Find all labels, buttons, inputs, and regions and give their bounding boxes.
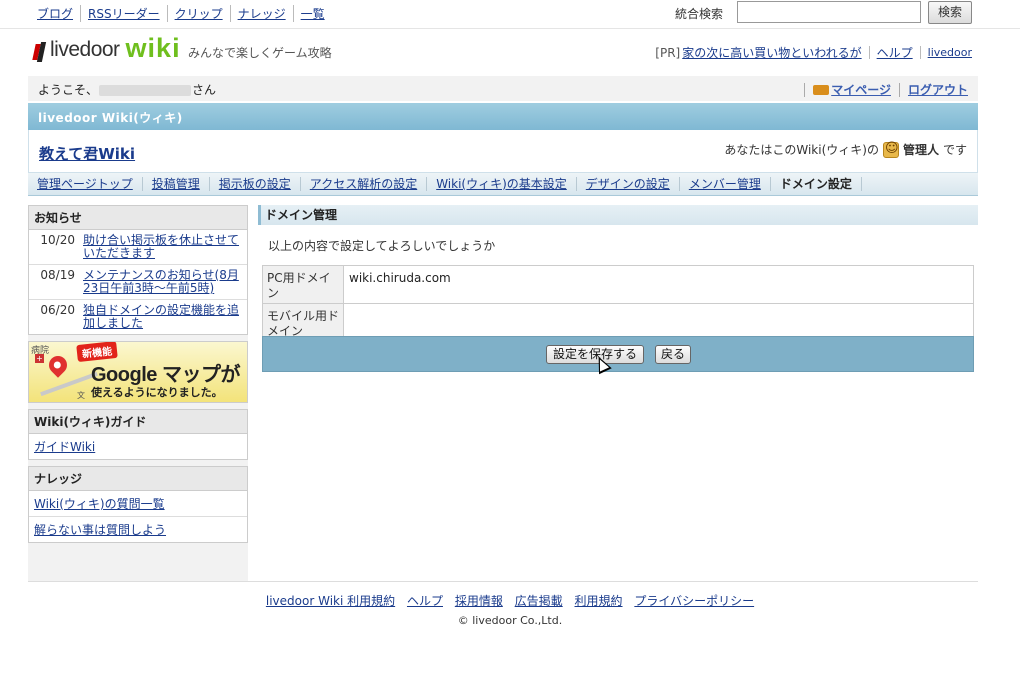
confirm-message: 以上の内容で設定してよろしいでしょうか [268, 239, 496, 253]
news-box: お知らせ 10/20 助け合い掲示板を休止させていただきます 08/19 メンテ… [28, 205, 248, 335]
pr-ad-link[interactable]: 家の次に高い買い物といわれるが [682, 44, 861, 61]
search-input[interactable] [737, 1, 921, 23]
table-row: PC用ドメイン wiki.chiruda.com [262, 265, 974, 304]
tagline: みんなで楽しくゲーム攻略 [188, 46, 332, 60]
pc-domain-label: PC用ドメイン [262, 265, 344, 304]
guide-heading: Wiki(ウィキ)ガイド [29, 410, 247, 434]
logo-livedoor-text: livedoor [50, 38, 120, 61]
map-pin-icon [45, 352, 71, 378]
nav-admin-top[interactable]: 管理ページトップ [28, 177, 143, 191]
site-name-link[interactable]: 教えて君Wiki [39, 143, 135, 164]
key-icon [813, 84, 830, 95]
link-knowledge[interactable]: ナレッジ [229, 5, 293, 22]
titlebar-text: livedoor Wiki(ウィキ) [38, 111, 183, 125]
welcome-text: ようこそ、 さん [38, 81, 216, 98]
link-blog[interactable]: ブログ [37, 5, 80, 22]
footer-wiki-terms-link[interactable]: livedoor Wiki 利用規約 [266, 594, 395, 608]
footer-links: livedoor Wiki 利用規約 ヘルプ 採用情報 広告掲載 利用規約 プラ… [0, 592, 1020, 609]
footer-recruit-link[interactable]: 採用情報 [455, 594, 503, 608]
news-date: 06/20 [40, 303, 75, 317]
brand-header: livedoor wiki みんなで楽しくゲーム攻略 [PR] 家の次に高い買い… [0, 29, 1020, 75]
nav-member-management[interactable]: メンバー管理 [680, 177, 771, 191]
search-button[interactable]: 検索 [928, 1, 972, 24]
nav-analytics-settings[interactable]: アクセス解析の設定 [301, 177, 428, 191]
logout-link[interactable]: ログアウト [908, 81, 968, 98]
nav-design-settings[interactable]: デザインの設定 [577, 177, 680, 191]
global-links: ブログ RSSリーダー クリップ ナレッジ 一覧 [37, 5, 332, 22]
back-button[interactable]: 戻る [655, 345, 691, 364]
masked-username [99, 85, 192, 96]
news-item: 08/19 メンテナンスのお知らせ(8月23日午前3時〜午前5時) [29, 265, 247, 300]
guide-wiki-link[interactable]: ガイドWiki [34, 440, 95, 454]
knowledge-link-item: 解らない事は質問しよう [29, 517, 247, 542]
nav-board-settings[interactable]: 掲示板の設定 [210, 177, 301, 191]
sidebar: お知らせ 10/20 助け合い掲示板を休止させていただきます 08/19 メンテ… [28, 205, 248, 581]
school-map-label: 文 [77, 391, 85, 400]
knowledge-link-item: Wiki(ウィキ)の質問一覧 [29, 491, 247, 517]
account-links: マイページ ログアウト [796, 81, 968, 98]
pc-domain-value: wiki.chiruda.com [343, 265, 974, 304]
news-item: 10/20 助け合い掲示板を休止させていただきます [29, 230, 247, 265]
google-maps-promo-banner[interactable]: 病院 + 新機能 Google マップが 使えるようになりました。 文 [28, 341, 248, 403]
news-item: 06/20 独自ドメインの設定機能を追加しました [29, 300, 247, 334]
divider [919, 46, 921, 59]
news-link[interactable]: 独自ドメインの設定機能を追加しました [83, 304, 243, 330]
news-date: 08/19 [40, 268, 75, 282]
logo-wiki-text: wiki [125, 33, 181, 63]
footer-privacy-link[interactable]: プライバシーポリシー [634, 594, 754, 608]
guide-link-item: ガイドWiki [29, 434, 247, 459]
nav-post-management[interactable]: 投稿管理 [143, 177, 210, 191]
link-rss-reader[interactable]: RSSリーダー [80, 5, 167, 22]
footer-help-link[interactable]: ヘルプ [407, 594, 443, 608]
guide-box: Wiki(ウィキ)ガイド ガイドWiki [28, 409, 248, 460]
wiki-questions-link[interactable]: Wiki(ウィキ)の質問一覧 [34, 497, 165, 511]
link-clip[interactable]: クリップ [166, 5, 230, 22]
footer-ads-link[interactable]: 広告掲載 [515, 594, 563, 608]
admin-role: 管理人 [902, 143, 939, 157]
site-header: 教えて君Wiki あなたはこのWiki(ウィキ)の 管理人 です [28, 130, 978, 172]
help-link[interactable]: ヘルプ [877, 44, 913, 61]
livedoor-logo-icon [32, 42, 47, 62]
map-road-graphic [40, 371, 98, 397]
promo-title: Google マップが [91, 364, 240, 386]
footer-terms-link[interactable]: 利用規約 [575, 594, 623, 608]
pr-label: [PR] [655, 45, 681, 60]
welcome-prefix: ようこそ、 [38, 83, 99, 97]
news-link[interactable]: 助け合い掲示板を休止させていただきます [83, 234, 243, 260]
global-topbar: ブログ RSSリーダー クリップ ナレッジ 一覧 統合検索 検索 [0, 0, 1020, 29]
mypage-link[interactable]: マイページ [831, 81, 891, 98]
livedoor-link[interactable]: livedoor [928, 46, 972, 59]
main-content: ドメイン管理 以上の内容で設定してよろしいでしょうか PC用ドメイン wiki.… [258, 205, 978, 375]
wiki-titlebar: livedoor Wiki(ウィキ) [28, 103, 978, 130]
section-heading: ドメイン管理 [258, 205, 978, 225]
knowledge-box: ナレッジ Wiki(ウィキ)の質問一覧 解らない事は質問しよう [28, 466, 248, 543]
admin-suffix: です [942, 143, 967, 157]
welcome-suffix: さん [192, 83, 217, 97]
admin-nav: 管理ページトップ 投稿管理 掲示板の設定 アクセス解析の設定 Wiki(ウィキ)… [28, 172, 978, 196]
brand-links: [PR] 家の次に高い買い物といわれるが ヘルプ livedoor [655, 44, 972, 61]
nav-domain-settings[interactable]: ドメイン設定 [771, 177, 862, 191]
knowledge-heading: ナレッジ [29, 467, 247, 491]
form-action-bar: 設定を保存する 戻る [262, 336, 974, 375]
welcome-bar: ようこそ、 さん マイページ ログアウト [28, 76, 978, 101]
admin-badge-icon [882, 141, 899, 158]
footer-divider [28, 581, 978, 582]
ask-question-link[interactable]: 解らない事は質問しよう [34, 523, 166, 537]
news-link[interactable]: メンテナンスのお知らせ(8月23日午前3時〜午前5時) [83, 269, 243, 295]
hospital-cross-icon: + [35, 354, 44, 363]
admin-status: あなたはこのWiki(ウィキ)の 管理人 です [724, 141, 967, 158]
news-date: 10/20 [40, 233, 75, 247]
divider [868, 46, 870, 59]
divider [804, 82, 806, 97]
admin-prefix: あなたはこのWiki(ウィキ)の [724, 143, 879, 157]
divider [898, 82, 900, 97]
search-label: 統合検索 [675, 7, 724, 21]
livedoor-wiki-logo[interactable]: livedoor wiki [32, 33, 181, 63]
news-heading: お知らせ [29, 206, 247, 230]
link-list[interactable]: 一覧 [292, 5, 332, 22]
promo-subtitle: 使えるようになりました。 [91, 386, 223, 399]
copyright: © livedoor Co.,Ltd. [457, 614, 563, 627]
domain-settings-table: PC用ドメイン wiki.chiruda.com モバイル用ドメイン [262, 265, 974, 346]
nav-basic-settings[interactable]: Wiki(ウィキ)の基本設定 [427, 177, 577, 191]
